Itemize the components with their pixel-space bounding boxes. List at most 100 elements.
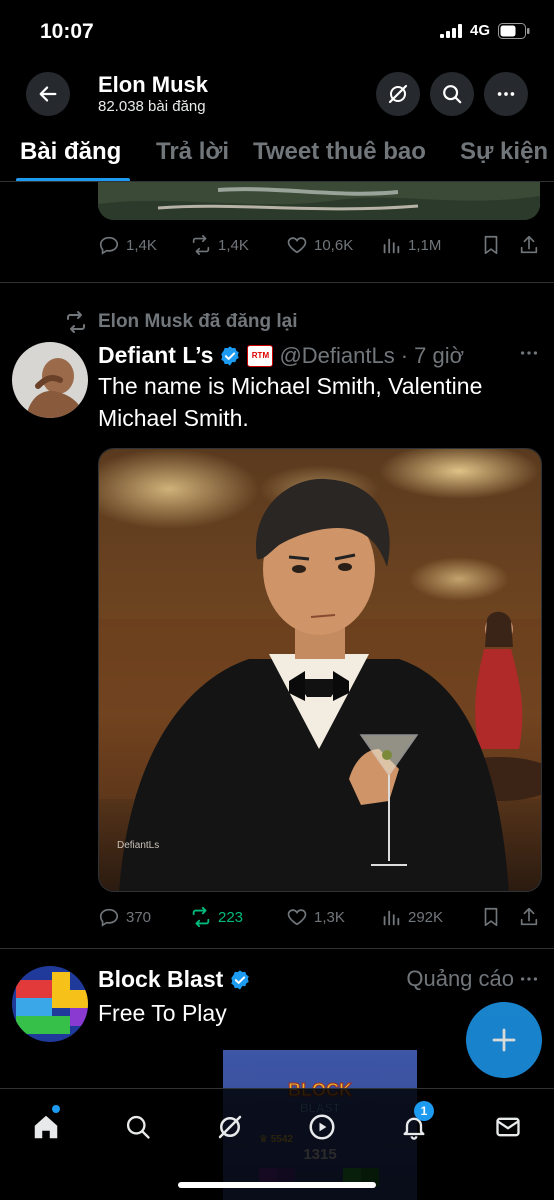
- reply-icon: [99, 908, 119, 927]
- ad-label: Quảng cáo: [406, 966, 514, 991]
- nav-search[interactable]: [116, 1105, 160, 1149]
- bookmark-icon: [484, 235, 498, 255]
- post-count: 82.038 bài đăng: [98, 98, 206, 115]
- share-icon: [520, 907, 538, 926]
- share-button[interactable]: [518, 234, 542, 256]
- ad-more-button[interactable]: [518, 968, 540, 996]
- heart-icon: [287, 237, 307, 254]
- tab-events[interactable]: Sự kiện: [460, 138, 548, 166]
- more-icon: [520, 977, 538, 981]
- like-button[interactable]: 10,6K: [286, 234, 380, 256]
- verified-badge-icon: [221, 345, 240, 366]
- home-icon: [34, 1115, 58, 1139]
- repost-button-active[interactable]: 223: [190, 906, 286, 928]
- status-bar: 10:07 4G: [0, 0, 554, 62]
- previous-post-actions: 1,4K 1,4K 10,6K 1,1M: [98, 232, 542, 258]
- more-icon: [520, 351, 538, 355]
- heart-icon: [287, 909, 307, 926]
- tweet-text: The name is Michael Smith, Valentine Mic…: [98, 373, 483, 431]
- more-icon: [497, 92, 515, 96]
- reply-icon: [99, 236, 119, 255]
- bookmark-button[interactable]: [480, 234, 518, 256]
- profile-name: Elon Musk: [98, 72, 209, 97]
- affiliate-badge[interactable]: RTM: [247, 344, 274, 367]
- verified-badge-icon: [231, 969, 249, 990]
- like-count: 10,6K: [314, 236, 354, 254]
- status-time: 10:07: [40, 20, 94, 43]
- battery-icon: [498, 22, 530, 39]
- reply-button[interactable]: 1,4K: [98, 234, 190, 256]
- network-label: 4G: [469, 22, 490, 39]
- post-divider: [0, 948, 554, 949]
- view-count: 292K: [408, 908, 444, 926]
- tab-posts[interactable]: Bài đăng: [20, 138, 121, 166]
- bookmark-button[interactable]: [480, 906, 518, 928]
- views-button[interactable]: 1,1M: [380, 234, 480, 256]
- notification-badge: 1: [414, 1101, 434, 1121]
- tweet-time[interactable]: · 7 giờ: [401, 343, 464, 369]
- post-divider: [0, 282, 554, 283]
- search-button[interactable]: [430, 72, 474, 116]
- tab-replies[interactable]: Trả lời: [156, 138, 229, 166]
- home-unread-dot: [52, 1105, 60, 1113]
- nav-home[interactable]: [24, 1105, 68, 1149]
- reply-button[interactable]: 370: [98, 906, 190, 928]
- author-name[interactable]: Defiant L’s: [98, 342, 213, 369]
- arrow-left-icon: [39, 86, 57, 102]
- repost-icon: [192, 906, 210, 928]
- like-button[interactable]: 1,3K: [286, 906, 380, 928]
- share-button[interactable]: [518, 906, 542, 928]
- ad-author-line: Block Blast: [98, 966, 251, 993]
- tweet-media[interactable]: DefiantLs: [98, 448, 542, 892]
- search-icon: [126, 1115, 150, 1139]
- repost-icon: [67, 311, 85, 333]
- previous-post-image[interactable]: [98, 182, 540, 220]
- search-icon: [443, 85, 462, 104]
- plus-icon: [492, 1028, 516, 1052]
- more-button[interactable]: [484, 72, 528, 116]
- view-count: 1,1M: [408, 236, 442, 254]
- profile-header: Elon Musk 82.038 bài đăng: [0, 62, 554, 124]
- views-icon: [383, 910, 400, 926]
- block-blast-logo: [12, 966, 88, 1042]
- repost-count: 1,4K: [218, 236, 249, 254]
- landscape-image: [98, 182, 540, 220]
- ad-avatar[interactable]: [12, 966, 88, 1042]
- reposted-by[interactable]: Elon Musk đã đăng lại: [98, 311, 298, 333]
- ad-text: Free To Play: [98, 1000, 227, 1026]
- media-image: [99, 449, 541, 891]
- grok-button[interactable]: [376, 72, 420, 116]
- tweet-more-button[interactable]: [518, 342, 540, 370]
- avatar-image: [12, 342, 88, 418]
- reply-count: 1,4K: [126, 236, 157, 254]
- author-handle[interactable]: @DefiantLs: [279, 343, 394, 369]
- repost-context: Elon Musk đã đăng lại: [64, 310, 298, 334]
- play-circle-icon: [309, 1114, 335, 1140]
- ad-author-name[interactable]: Block Blast: [98, 966, 223, 993]
- share-icon: [520, 235, 538, 254]
- nav-messages[interactable]: [486, 1105, 530, 1149]
- bookmark-icon: [484, 907, 498, 927]
- nav-grok[interactable]: [208, 1105, 252, 1149]
- like-count: 1,3K: [314, 908, 345, 926]
- avatar[interactable]: [12, 342, 88, 418]
- compose-button[interactable]: [466, 1002, 542, 1078]
- nav-video[interactable]: [300, 1105, 344, 1149]
- views-button[interactable]: 292K: [380, 906, 480, 928]
- repost-button[interactable]: 1,4K: [190, 234, 286, 256]
- nav-notifications[interactable]: 1: [392, 1101, 436, 1149]
- grok-icon: [388, 84, 408, 104]
- home-indicator: [178, 1182, 376, 1188]
- profile-tabs: Bài đăng Trả lời Tweet thuê bao Sự kiện: [0, 124, 554, 182]
- back-button[interactable]: [26, 72, 70, 116]
- views-icon: [383, 238, 400, 254]
- grok-icon: [218, 1115, 242, 1139]
- media-watermark: DefiantLs: [117, 840, 160, 851]
- signal-icon: [439, 23, 462, 38]
- mail-icon: [496, 1117, 520, 1137]
- tweet-actions: 370 223 1,3K 292K: [98, 904, 542, 930]
- repost-icon: [192, 235, 210, 255]
- reply-count: 370: [126, 908, 152, 926]
- tab-subscriptions[interactable]: Tweet thuê bao: [253, 138, 426, 166]
- tweet-author-line: Defiant L’s RTM @DefiantLs · 7 giờ: [98, 342, 464, 369]
